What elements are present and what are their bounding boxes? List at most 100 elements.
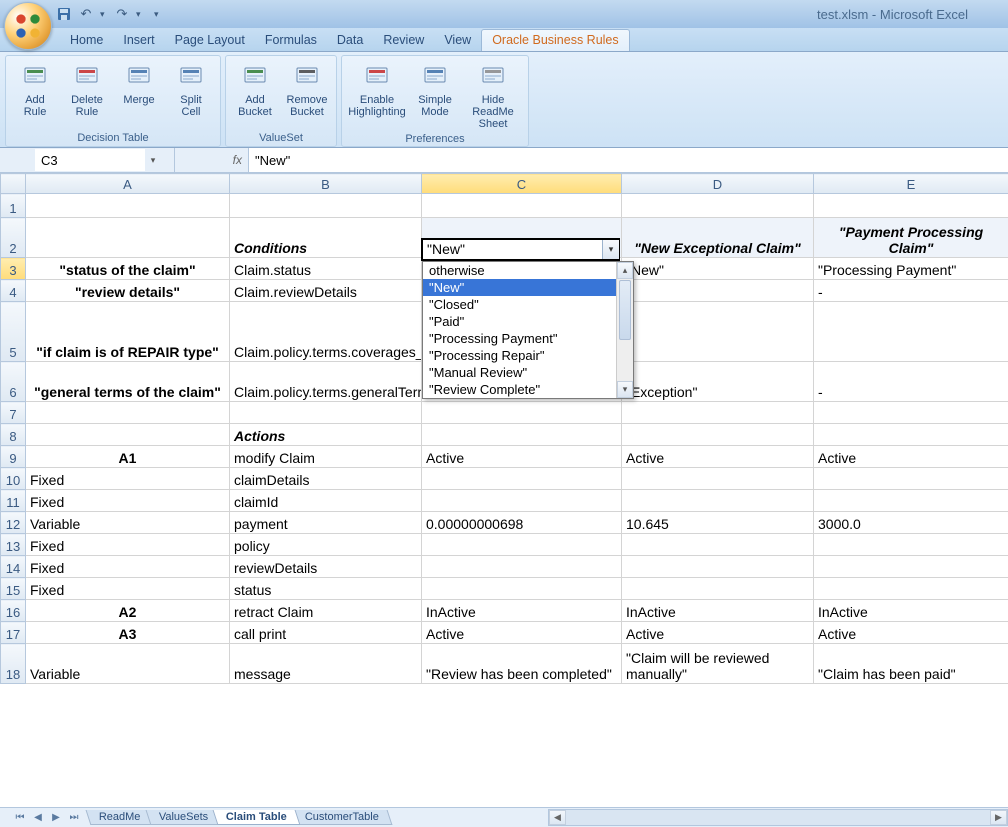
cell[interactable] [814, 490, 1008, 512]
cell[interactable] [230, 194, 422, 218]
dropdown-item[interactable]: "New" [423, 279, 616, 296]
dropdown-item[interactable]: "Paid" [423, 313, 616, 330]
row-header[interactable]: 13 [1, 534, 26, 556]
cell[interactable]: A3 [26, 622, 230, 644]
cell[interactable] [622, 578, 814, 600]
row-header[interactable]: 12 [1, 512, 26, 534]
sheet-nav-prev-icon[interactable]: ◀ [30, 810, 46, 826]
cell[interactable] [814, 424, 1008, 446]
row-header[interactable]: 5 [1, 302, 26, 362]
dropdown-item[interactable]: "Processing Payment" [423, 330, 616, 347]
cell[interactable]: Variable [26, 512, 230, 534]
qat-customize-icon[interactable]: ▾ [154, 9, 162, 20]
cell[interactable]: "Review has been completed" [422, 644, 622, 684]
cell[interactable] [814, 556, 1008, 578]
cell[interactable] [622, 490, 814, 512]
column-header-A[interactable]: A [26, 174, 230, 194]
undo-dropdown-icon[interactable]: ▾ [100, 9, 108, 20]
sheet-nav-next-icon[interactable]: ▶ [48, 810, 64, 826]
cell[interactable]: Fixed [26, 578, 230, 600]
cell[interactable]: "if claim is of REPAIR type" [26, 302, 230, 362]
scroll-up-icon[interactable]: ▴ [617, 262, 633, 279]
cell[interactable] [26, 402, 230, 424]
cell[interactable]: Claim.policy.terms.coverages_en.contains… [230, 302, 422, 362]
cell[interactable] [422, 578, 622, 600]
validation-dropdown[interactable]: otherwise"New""Closed""Paid""Processing … [422, 261, 634, 399]
cell[interactable]: Claim.reviewDetails [230, 280, 422, 302]
row-header[interactable]: 2 [1, 218, 26, 258]
column-header-B[interactable]: B [230, 174, 422, 194]
cell[interactable]: modify Claim [230, 446, 422, 468]
cell[interactable]: InActive [814, 600, 1008, 622]
cell[interactable]: Active [422, 622, 622, 644]
cell[interactable]: - [814, 280, 1008, 302]
column-header-E[interactable]: E [814, 174, 1008, 194]
cell[interactable]: 10.645 [622, 512, 814, 534]
cell[interactable] [422, 402, 622, 424]
row-header[interactable]: 4 [1, 280, 26, 302]
menu-tab-formulas[interactable]: Formulas [255, 30, 327, 51]
cell[interactable] [814, 468, 1008, 490]
cell[interactable]: - [814, 362, 1008, 402]
dropdown-item[interactable]: "Review Complete" [423, 381, 616, 398]
cell[interactable]: Variable [26, 644, 230, 684]
delete-rule-button[interactable]: DeleteRule [62, 58, 112, 131]
cell[interactable]: payment [230, 512, 422, 534]
cell[interactable]: message [230, 644, 422, 684]
undo-icon[interactable]: ↶ [78, 6, 94, 22]
row-header[interactable]: 18 [1, 644, 26, 684]
cell[interactable]: Active [622, 446, 814, 468]
dropdown-item[interactable]: "Manual Review" [423, 364, 616, 381]
column-header-C[interactable]: C [422, 174, 622, 194]
merge-button[interactable]: Merge [114, 58, 164, 131]
add-rule-button[interactable]: AddRule [10, 58, 60, 131]
cell[interactable]: claimDetails [230, 468, 422, 490]
redo-dropdown-icon[interactable]: ▾ [136, 9, 144, 20]
dropdown-scrollbar[interactable]: ▴ ▾ [616, 262, 633, 398]
menu-tab-oracle-business-rules[interactable]: Oracle Business Rules [481, 29, 629, 51]
redo-icon[interactable]: ↷ [114, 6, 130, 22]
column-header-D[interactable]: D [622, 174, 814, 194]
cell[interactable] [422, 534, 622, 556]
cell[interactable] [814, 194, 1008, 218]
cell[interactable]: A1 [26, 446, 230, 468]
enable-highlighting-button[interactable]: EnableHighlighting [346, 58, 408, 132]
cell[interactable] [622, 556, 814, 578]
cell[interactable] [814, 534, 1008, 556]
cell[interactable] [26, 194, 230, 218]
dropdown-item[interactable]: otherwise [423, 262, 616, 279]
cell[interactable]: Active [814, 622, 1008, 644]
row-header[interactable]: 16 [1, 600, 26, 622]
save-icon[interactable] [56, 6, 72, 22]
row-header[interactable]: 14 [1, 556, 26, 578]
row-header[interactable]: 7 [1, 402, 26, 424]
cell[interactable]: 0.00000000698 [422, 512, 622, 534]
cell[interactable]: Conditions [230, 218, 422, 258]
scroll-down-icon[interactable]: ▾ [617, 381, 633, 398]
cell[interactable] [26, 218, 230, 258]
sheet-tab-readme[interactable]: ReadMe [86, 810, 154, 825]
cell[interactable] [814, 402, 1008, 424]
row-header[interactable]: 11 [1, 490, 26, 512]
formula-input[interactable] [249, 148, 1008, 172]
cell[interactable]: "Claim will be reviewed manually" [622, 644, 814, 684]
cell[interactable]: "review details" [26, 280, 230, 302]
cell[interactable] [422, 468, 622, 490]
cell[interactable] [622, 402, 814, 424]
hscroll-right-icon[interactable]: ▶ [990, 810, 1007, 825]
remove-bucket-button[interactable]: RemoveBucket [282, 58, 332, 131]
row-header[interactable]: 6 [1, 362, 26, 402]
sheet-tab-valuesets[interactable]: ValueSets [145, 810, 221, 825]
cell[interactable]: Fixed [26, 490, 230, 512]
office-button[interactable] [4, 2, 52, 50]
cell[interactable]: Fixed [26, 556, 230, 578]
sheet-nav-first-icon[interactable]: ⏮ [12, 810, 28, 826]
cell[interactable]: InActive [622, 600, 814, 622]
menu-tab-home[interactable]: Home [60, 30, 113, 51]
cell[interactable]: Claim.policy.terms.generalTerms [230, 362, 422, 402]
menu-tab-page-layout[interactable]: Page Layout [165, 30, 255, 51]
cell[interactable]: "general terms of the claim" [26, 362, 230, 402]
cell[interactable]: Actions [230, 424, 422, 446]
cell[interactable]: retract Claim [230, 600, 422, 622]
cell[interactable] [422, 424, 622, 446]
